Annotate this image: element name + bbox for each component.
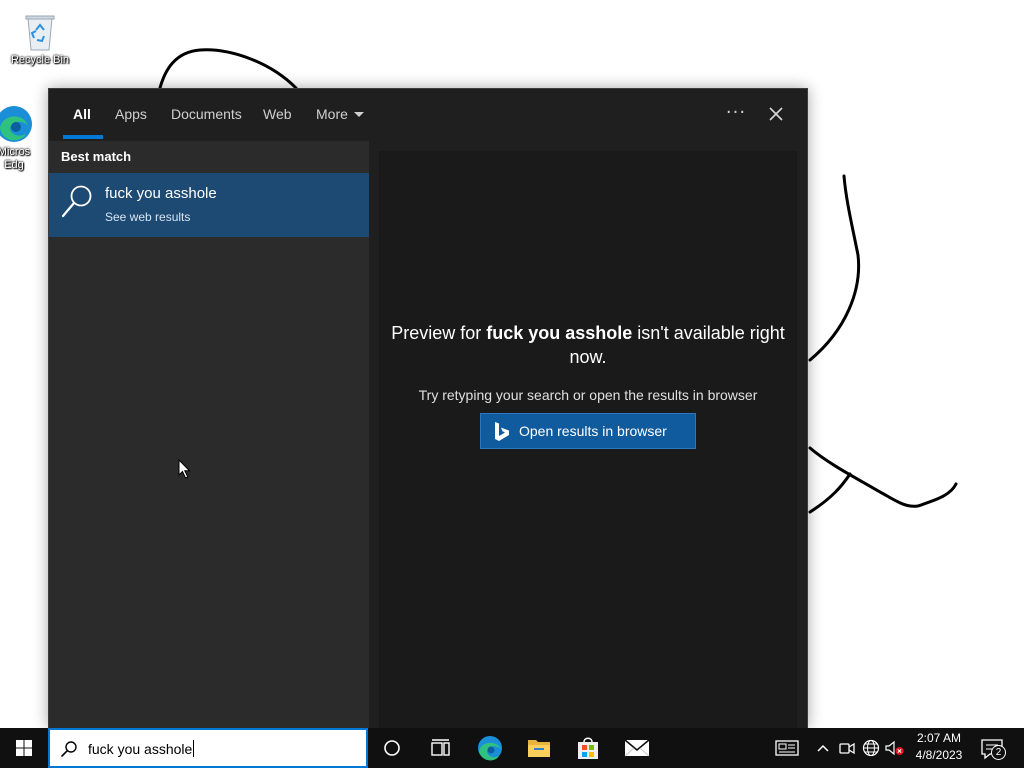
search-icon xyxy=(61,185,92,218)
task-view-icon xyxy=(431,739,450,756)
network-globe-icon[interactable] xyxy=(861,738,881,758)
news-widget-icon[interactable] xyxy=(774,738,800,758)
tab-more[interactable]: More xyxy=(316,89,364,141)
preview-hint: Try retyping your search or open the res… xyxy=(418,387,758,403)
close-button[interactable] xyxy=(761,99,791,129)
edge-label-line2: Edg xyxy=(4,159,24,171)
chevron-down-icon xyxy=(353,111,364,117)
preview-card: Preview for fuck you asshole isn't avail… xyxy=(379,151,797,729)
search-filter-bar: All Apps Documents Web More ··· xyxy=(49,89,807,141)
taskbar-search-input[interactable]: fuck you asshole xyxy=(48,728,368,768)
close-icon xyxy=(769,107,783,121)
results-pane: Best match fuck you asshole See web resu… xyxy=(49,141,369,729)
chevron-up-icon[interactable] xyxy=(814,738,832,758)
preview-pane: Preview for fuck you asshole isn't avail… xyxy=(369,141,807,729)
tab-more-label: More xyxy=(316,106,348,122)
mail-envelope-icon xyxy=(624,739,650,757)
best-match-subtitle: See web results xyxy=(105,210,191,224)
best-match-heading: Best match xyxy=(61,149,132,164)
tab-web[interactable]: Web xyxy=(263,89,292,141)
search-value-text: fuck you asshole xyxy=(88,741,193,757)
notification-count-badge: 2 xyxy=(991,745,1006,760)
folder-icon xyxy=(528,740,550,757)
taskbar-clock[interactable]: 2:07 AM 4/8/2023 xyxy=(904,730,974,764)
open-results-in-browser-button[interactable]: Open results in browser xyxy=(480,413,696,449)
taskbar: fuck you asshole 2:07 AM 4/8/2023 2 xyxy=(0,728,1024,768)
clock-time: 2:07 AM xyxy=(916,731,962,745)
bing-icon xyxy=(495,422,509,441)
preview-unavailable-message: Preview for fuck you asshole isn't avail… xyxy=(379,321,797,369)
recycle-bin-icon xyxy=(25,15,55,51)
preview-query: fuck you asshole xyxy=(486,323,633,343)
taskbar-edge-button[interactable] xyxy=(466,728,514,768)
tab-apps[interactable]: Apps xyxy=(115,89,147,141)
windows-logo-icon xyxy=(16,740,32,756)
microsoft-store-button[interactable] xyxy=(564,728,612,768)
active-tab-indicator xyxy=(63,135,103,139)
open-results-label: Open results in browser xyxy=(519,423,667,439)
desktop-icon-edge[interactable]: Micros Edg xyxy=(0,104,52,172)
desktop-icon-recycle-bin[interactable]: Recycle Bin xyxy=(2,8,78,67)
cortana-button[interactable] xyxy=(368,728,416,768)
tab-documents[interactable]: Documents xyxy=(171,89,242,141)
edge-label-line1: Micros xyxy=(0,146,31,158)
task-view-button[interactable] xyxy=(416,728,464,768)
options-button[interactable]: ··· xyxy=(721,99,751,129)
meet-now-camera-icon[interactable] xyxy=(838,738,856,758)
start-button[interactable] xyxy=(0,728,48,768)
edge-icon xyxy=(478,736,502,761)
cortana-circle-icon xyxy=(384,740,400,756)
action-center-button[interactable]: 2 xyxy=(978,734,1012,762)
text-cursor xyxy=(193,740,195,757)
mail-button[interactable] xyxy=(613,728,661,768)
clock-date: 4/8/2023 xyxy=(915,748,963,762)
best-match-result[interactable]: fuck you asshole See web results xyxy=(49,173,369,237)
tab-all[interactable]: All xyxy=(73,89,91,141)
edge-icon xyxy=(0,106,32,142)
file-explorer-button[interactable] xyxy=(515,728,563,768)
volume-muted-icon[interactable] xyxy=(884,738,906,758)
best-match-title: fuck you asshole xyxy=(105,185,217,202)
search-panel: All Apps Documents Web More ··· Best mat… xyxy=(48,88,808,729)
recycle-bin-label: Recycle Bin xyxy=(10,54,70,66)
store-bag-icon xyxy=(578,737,598,759)
search-icon xyxy=(61,741,77,757)
taskbar-search-value: fuck you asshole xyxy=(88,740,195,757)
preview-msg-prefix: Preview for xyxy=(391,323,487,343)
